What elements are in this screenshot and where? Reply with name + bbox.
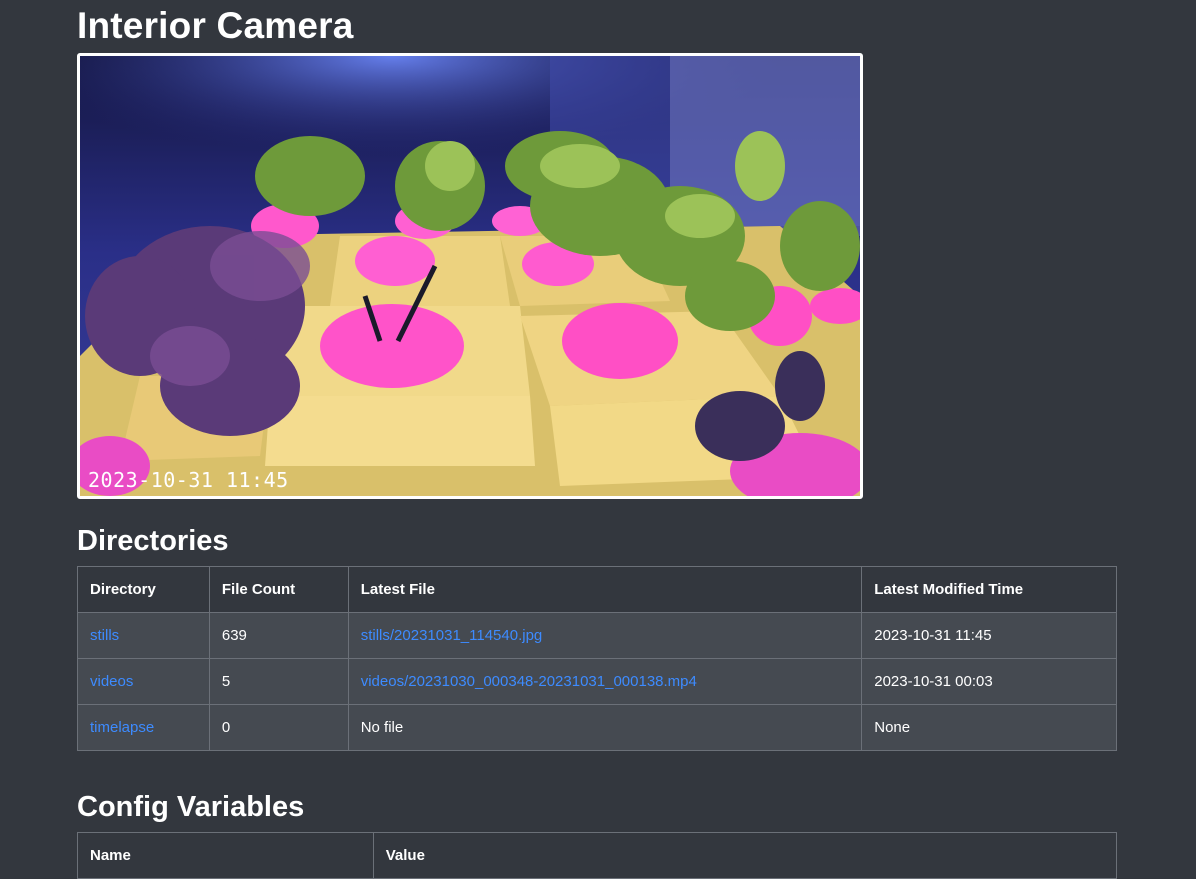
modified-time-cell: 2023-10-31 00:03: [861, 658, 1117, 705]
column-header-value: Value: [372, 832, 1118, 879]
column-header-directory: Directory: [77, 566, 210, 613]
camera-scene: [80, 56, 860, 496]
latest-file-link[interactable]: videos/20231030_000348-20231031_000138.m…: [361, 673, 697, 690]
directory-cell: timelapse: [77, 704, 210, 751]
config-table: Name Value: [77, 832, 1118, 879]
column-header-modified-time: Latest Modified Time: [861, 566, 1117, 613]
directory-link-stills[interactable]: stills: [90, 627, 119, 644]
directory-link-videos[interactable]: videos: [90, 673, 133, 690]
file-count-cell: 5: [208, 658, 349, 705]
column-header-latest-file: Latest File: [347, 566, 863, 613]
page-title: Interior Camera: [77, 5, 354, 46]
camera-timestamp: 2023-10-31 11:45: [88, 468, 289, 492]
file-count-cell: 0: [208, 704, 349, 751]
directory-cell: videos: [77, 658, 210, 705]
camera-image[interactable]: 2023-10-31 11:45: [77, 53, 863, 499]
table-row: stills 639 stills/20231031_114540.jpg 20…: [77, 612, 1117, 659]
latest-file-cell: stills/20231031_114540.jpg: [347, 612, 863, 659]
directory-link-timelapse[interactable]: timelapse: [90, 719, 154, 736]
modified-time-cell: None: [861, 704, 1117, 751]
table-row: timelapse 0 No file None: [77, 704, 1117, 751]
modified-time-cell: 2023-10-31 11:45: [861, 612, 1117, 659]
directory-cell: stills: [77, 612, 210, 659]
table-header-row: Directory File Count Latest File Latest …: [77, 566, 1117, 613]
latest-file-cell: No file: [347, 704, 863, 751]
config-heading: Config Variables: [77, 791, 305, 823]
column-header-name: Name: [77, 832, 374, 879]
latest-file-cell: videos/20231030_000348-20231031_000138.m…: [347, 658, 863, 705]
column-header-file-count: File Count: [208, 566, 349, 613]
file-count-cell: 639: [208, 612, 349, 659]
directories-table: Directory File Count Latest File Latest …: [77, 566, 1117, 751]
table-row: videos 5 videos/20231030_000348-20231031…: [77, 658, 1117, 705]
latest-file-link[interactable]: stills/20231031_114540.jpg: [361, 627, 543, 644]
directories-heading: Directories: [77, 525, 229, 557]
table-header-row: Name Value: [77, 832, 1118, 879]
